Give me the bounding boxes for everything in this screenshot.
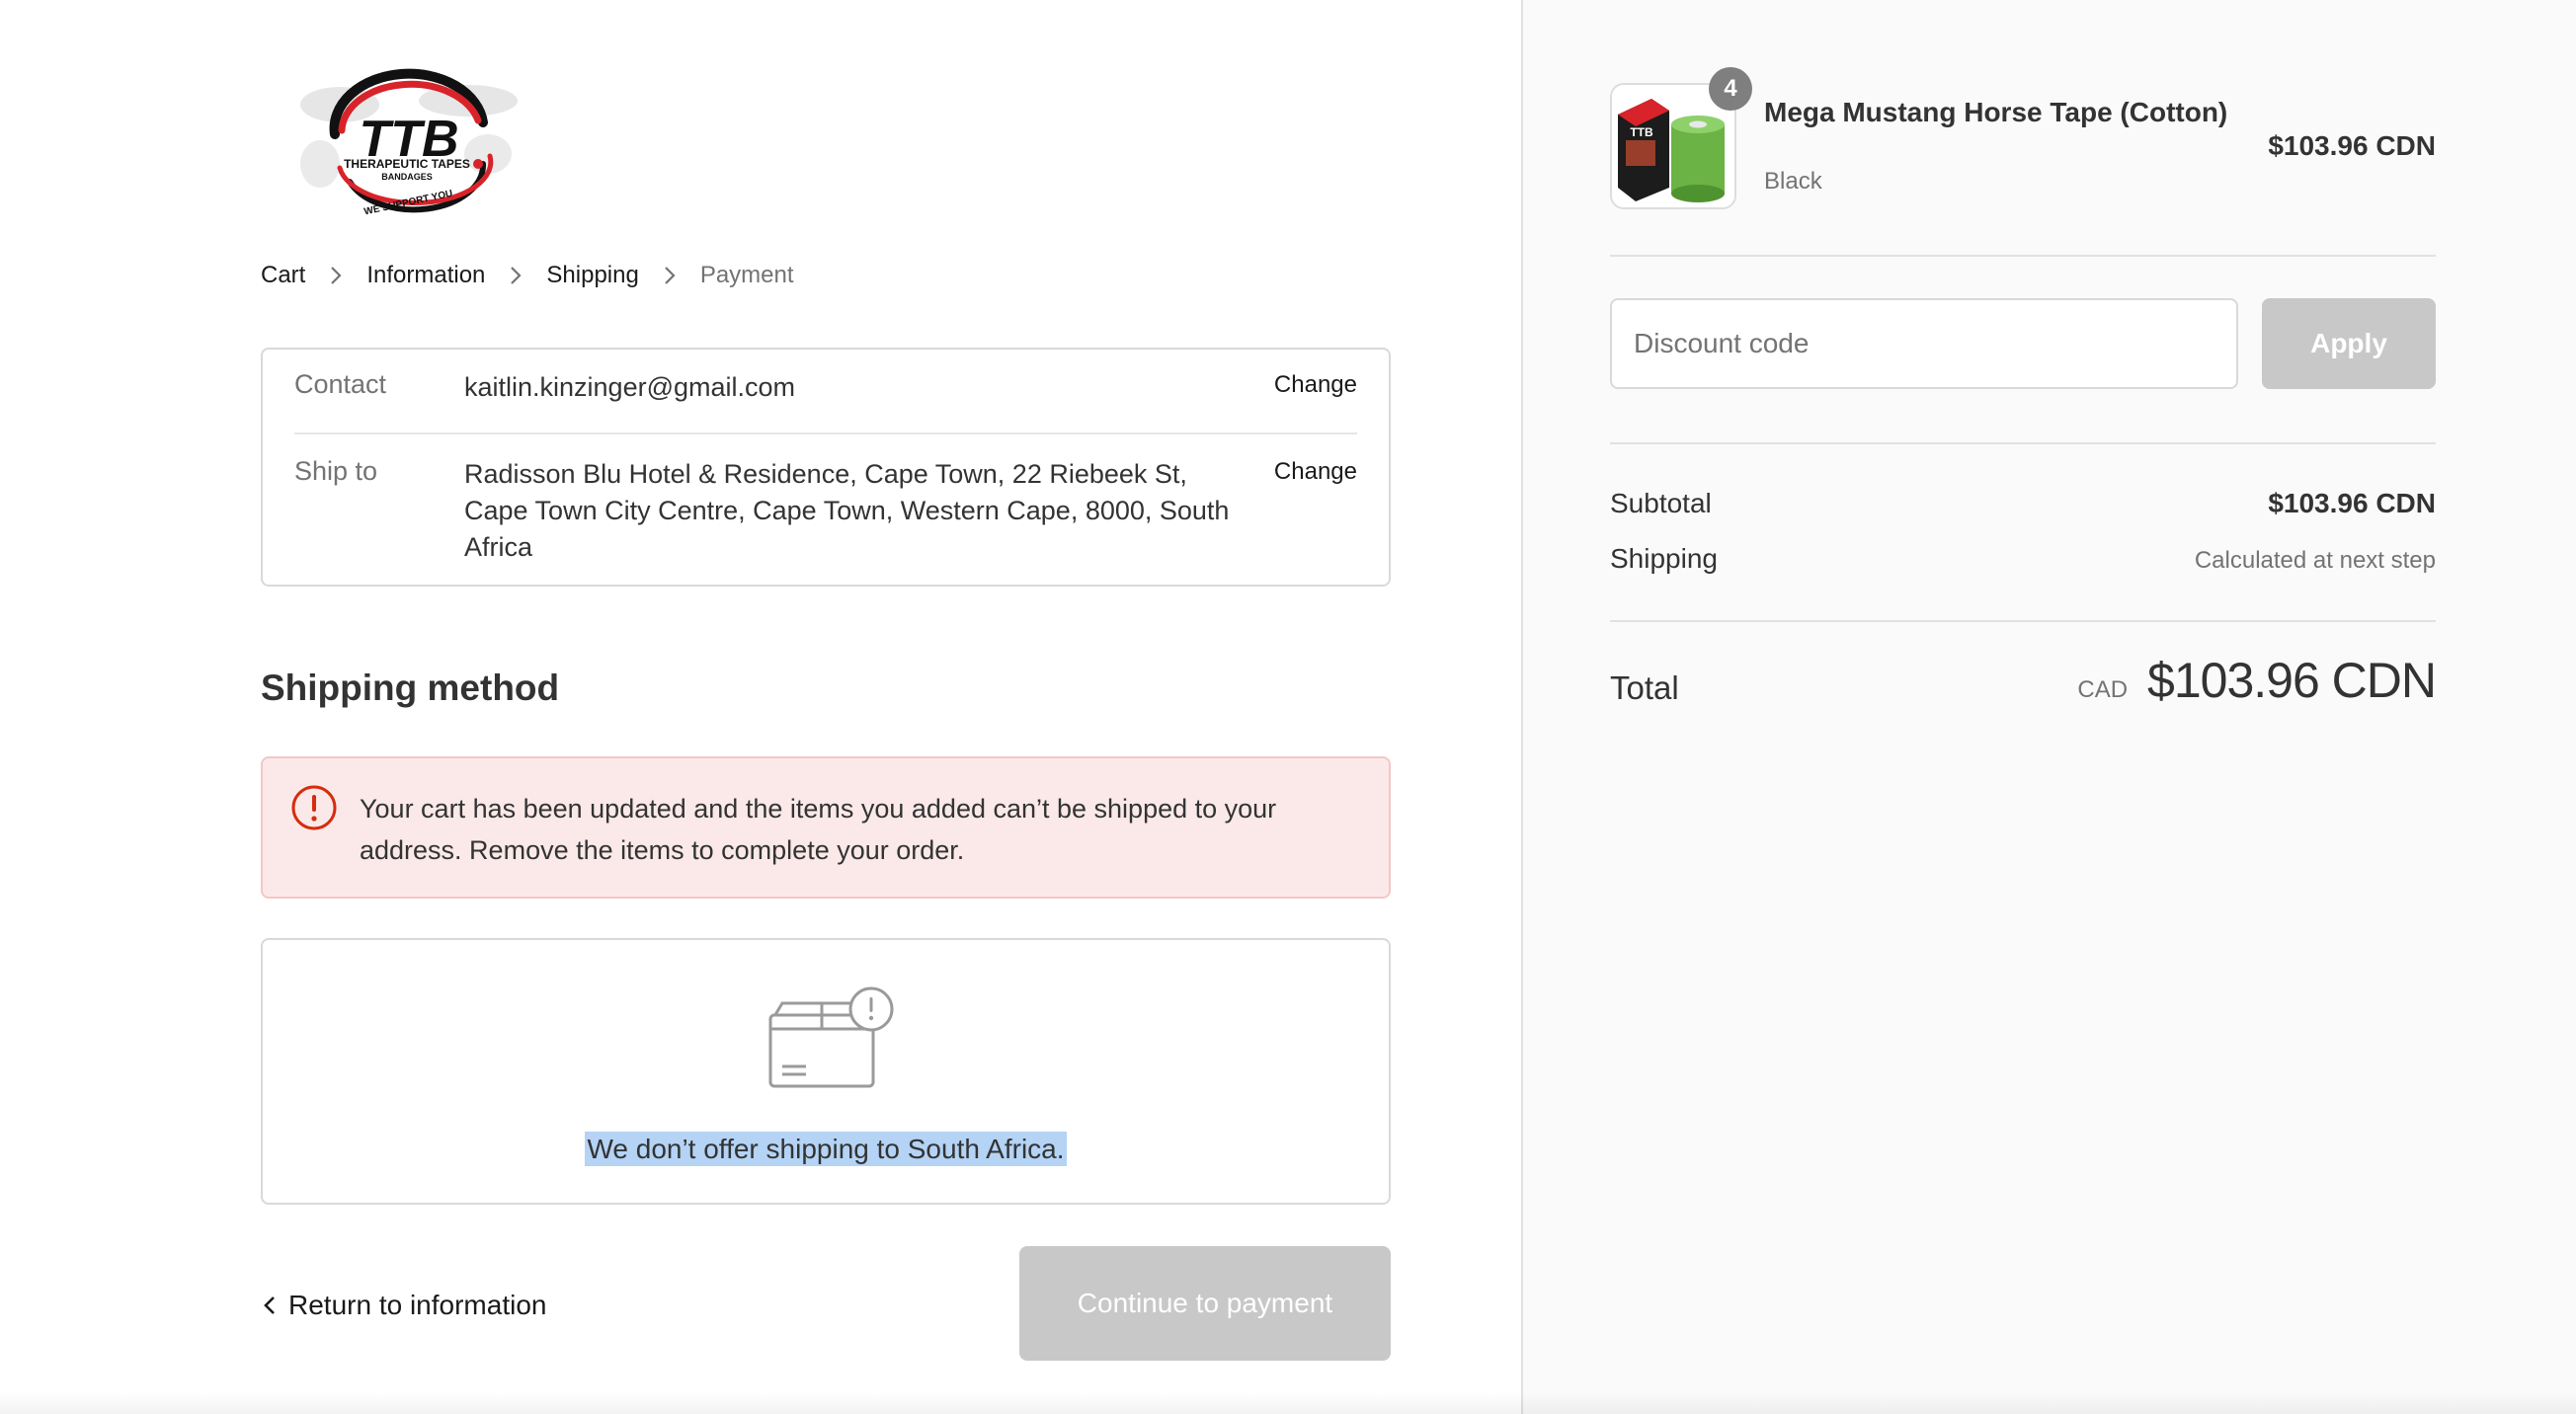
total-value-group: CAD $103.96 CDN [2077, 652, 2437, 709]
product-price: $103.96 CDN [2268, 130, 2436, 161]
review-divider [294, 432, 1357, 434]
change-address-link[interactable]: Change [1274, 458, 1357, 486]
total-label: Total [1610, 669, 1679, 706]
shipping-line: Shipping Calculated at next step [1610, 543, 2436, 583]
summary-divider [1610, 255, 2436, 257]
breadcrumb-shipping: Shipping [546, 262, 639, 288]
product-name: Mega Mustang Horse Tape (Cotton) [1764, 97, 2228, 127]
quantity-badge: 4 [1709, 67, 1752, 111]
ship-to-value: Radisson Blu Hotel & Residence, Cape Tow… [464, 459, 1230, 562]
chevron-left-icon [261, 1294, 279, 1317]
no-shipping-box: We don’t offer shipping to South Africa. [261, 938, 1391, 1205]
summary-divider [1610, 620, 2436, 622]
chevron-right-icon [659, 265, 681, 286]
apply-discount-button[interactable]: Apply [2262, 298, 2436, 389]
error-banner: Your cart has been updated and the items… [261, 756, 1391, 899]
subtotal-line: Subtotal $103.96 CDN [1610, 488, 2436, 527]
breadcrumb-information[interactable]: Information [366, 262, 485, 289]
no-shipping-message: We don’t offer shipping to South Africa. [585, 1132, 1067, 1166]
ttb-logo-icon: TTB THERAPEUTIC TAPES BANDAGES WE SUPPOR… [300, 68, 518, 217]
bottom-shade [0, 1392, 2576, 1414]
discount-code-input[interactable] [1610, 298, 2238, 389]
ship-to-label: Ship to [294, 456, 378, 486]
shipping-method-title: Shipping method [261, 668, 560, 708]
chevron-right-icon [505, 265, 526, 286]
change-contact-link[interactable]: Change [1274, 371, 1357, 399]
summary-divider [1610, 442, 2436, 444]
error-icon [290, 784, 338, 831]
return-label: Return to information [288, 1290, 547, 1320]
shipping-value: Calculated at next step [2194, 547, 2436, 574]
total-currency: CAD [2077, 676, 2129, 703]
total-amount: $103.96 CDN [2147, 653, 2437, 708]
breadcrumb-cart[interactable]: Cart [261, 262, 305, 289]
svg-text:TTB: TTB [1630, 125, 1653, 139]
breadcrumb: Cart Information Shipping Payment [261, 259, 794, 292]
review-block: Contact kaitlin.kinzinger@gmail.com Chan… [261, 348, 1391, 587]
product-line: TTB 4 Mega Mustang Horse Tape (Cotton) B… [1610, 67, 2436, 211]
breadcrumb-payment: Payment [699, 262, 794, 288]
total-line: Total CAD $103.96 CDN [1610, 652, 2437, 721]
product-variant: Black [1764, 168, 1822, 195]
subtotal-value: $103.96 CDN [2268, 488, 2436, 518]
return-to-information-link[interactable]: Return to information [261, 1286, 546, 1325]
error-message: Your cart has been updated and the items… [360, 794, 1277, 865]
svg-text:THERAPEUTIC TAPES: THERAPEUTIC TAPES [344, 157, 470, 171]
shipping-label: Shipping [1610, 543, 1718, 574]
box-warning-icon [763, 985, 895, 1094]
checkout-main: TTB THERAPEUTIC TAPES BANDAGES WE SUPPOR… [0, 0, 1521, 1414]
subtotal-label: Subtotal [1610, 488, 1712, 518]
store-logo[interactable]: TTB THERAPEUTIC TAPES BANDAGES WE SUPPOR… [281, 65, 537, 225]
continue-to-payment-button[interactable]: Continue to payment [1019, 1246, 1391, 1361]
ship-to-row: Ship to Radisson Blu Hotel & Residence, … [294, 456, 1357, 575]
contact-row: Contact kaitlin.kinzinger@gmail.com Chan… [294, 369, 1357, 409]
contact-value: kaitlin.kinzinger@gmail.com [464, 372, 796, 402]
svg-text:BANDAGES: BANDAGES [381, 172, 433, 182]
chevron-right-icon [325, 265, 347, 286]
order-summary: TTB 4 Mega Mustang Horse Tape (Cotton) B… [1521, 0, 2576, 1414]
contact-label: Contact [294, 369, 387, 399]
